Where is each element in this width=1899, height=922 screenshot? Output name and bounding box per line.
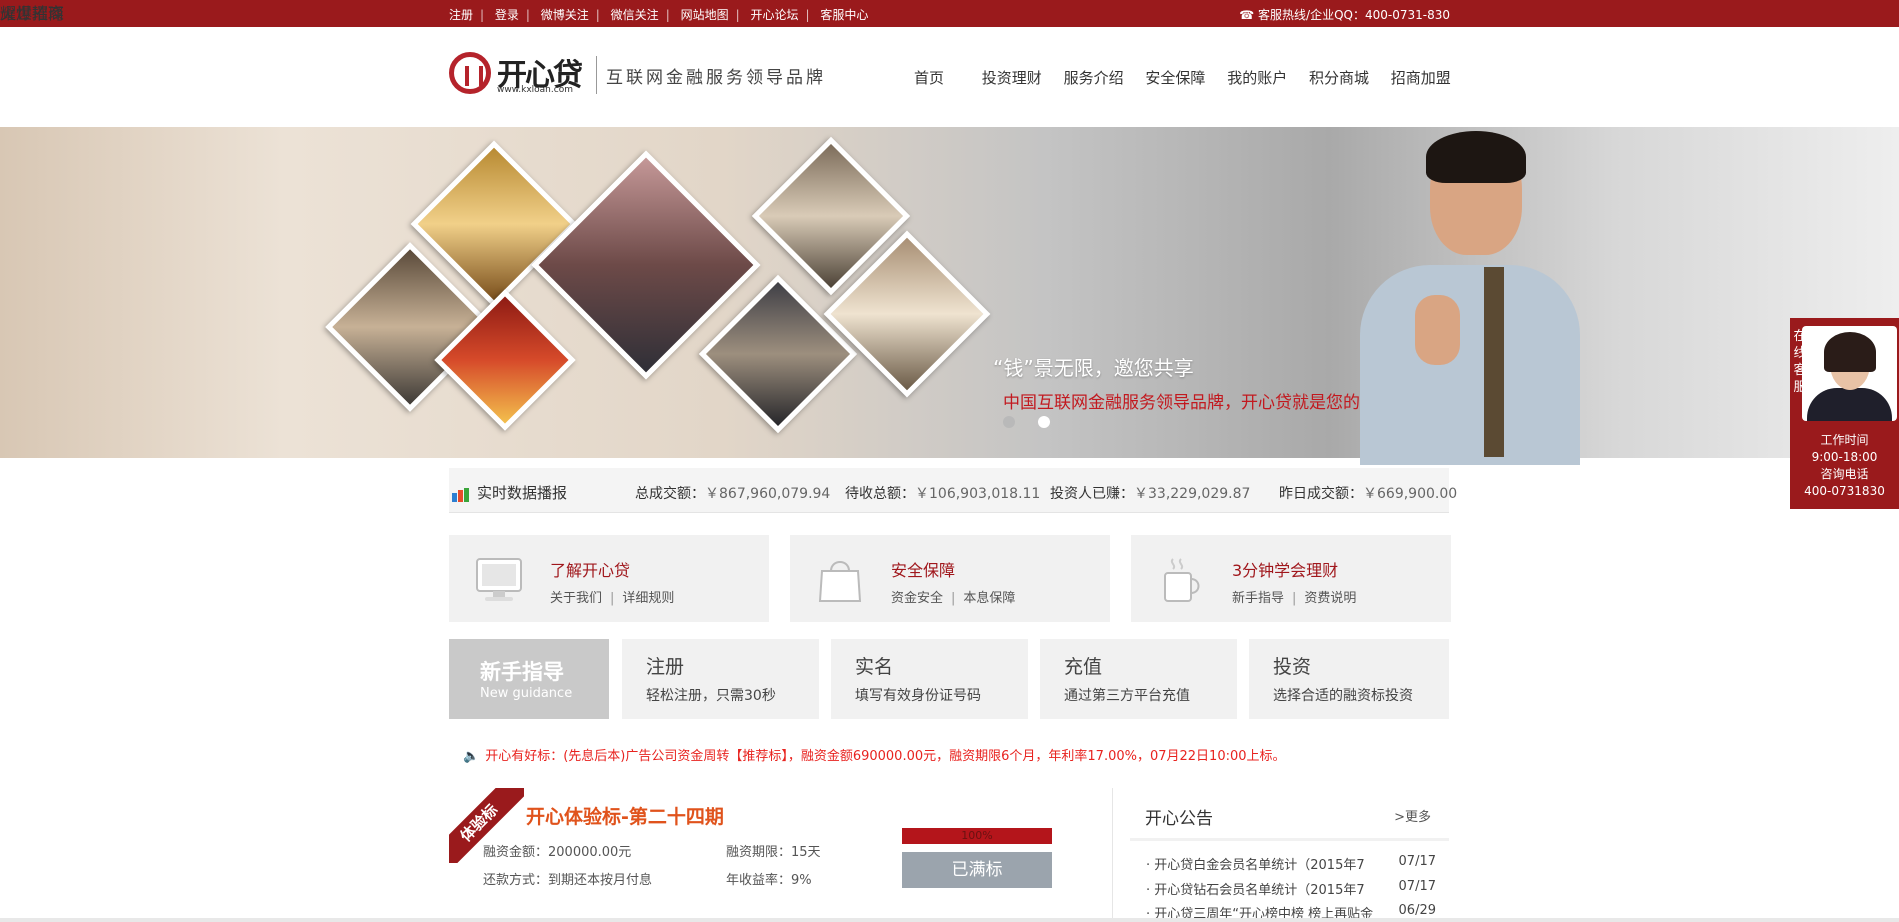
more-link[interactable]: >更多 xyxy=(1394,806,1431,825)
slogan: 互联网金融服务领导品牌 xyxy=(606,68,826,88)
step-desc: 选择合适的融资标投资 xyxy=(1273,688,1413,704)
step-invest[interactable]: 投资 选择合适的融资标投资 xyxy=(1249,639,1449,719)
speaker-icon: 🔈 xyxy=(463,749,480,764)
card-title[interactable]: 了解开心贷 xyxy=(550,557,630,581)
phone: 400-0731830 xyxy=(1804,484,1885,498)
banner-headline-2: 耀世璀璨 xyxy=(0,4,65,23)
loan-amount: 融资金额：200000.00元 xyxy=(483,845,632,860)
login-link[interactable]: 登录 xyxy=(495,6,519,23)
forum-link[interactable]: 开心论坛 xyxy=(750,6,798,23)
bottom-divider xyxy=(0,918,1899,922)
card-learn[interactable]: 3分钟学会理财 新手指导 | 资费说明 xyxy=(1131,535,1451,622)
top-links: 注册 | 登录 | 微博关注 | 微信关注 | 网站地图 | 开心论坛 | 客服中心 xyxy=(449,6,869,23)
card-title[interactable]: 3分钟学会理财 xyxy=(1232,557,1338,581)
beginner-guide-link[interactable]: 新手指导 xyxy=(1232,591,1284,606)
logo-url: www.kxloan.com xyxy=(497,85,573,95)
notice-text[interactable]: 开心有好标：(先息后本)广告公司资金周转【推荐标】，融资金额690000.00元… xyxy=(485,749,1285,764)
banner-dot-1[interactable] xyxy=(1003,416,1015,428)
step-title: 实名 xyxy=(855,656,894,678)
nav-invest[interactable]: 投资理财 xyxy=(982,67,1042,88)
total-volume: 总成交额：￥867,960,079.94 xyxy=(635,486,831,502)
nav-home[interactable]: 首页 xyxy=(914,67,944,88)
step-title: 充值 xyxy=(1064,656,1103,678)
hotline: ☎ 客服热线/企业QQ：400-0731-830 xyxy=(1239,6,1450,23)
step-title: 注册 xyxy=(646,656,685,678)
logo[interactable]: 开心贷 www.kxloan.com xyxy=(449,50,599,100)
about-us-link[interactable]: 关于我们 xyxy=(550,591,602,606)
step-register[interactable]: 注册 轻松注册，只需30秒 xyxy=(622,639,819,719)
full-button[interactable]: 已满标 xyxy=(902,852,1052,888)
fund-security-link[interactable]: 资金安全 xyxy=(891,591,943,606)
step-desc: 通过第三方平台充值 xyxy=(1064,688,1190,704)
realtime-title: 实时数据播报 xyxy=(477,484,568,502)
top-bar: 注册 | 登录 | 微博关注 | 微信关注 | 网站地图 | 开心论坛 | 客服中心 ☎ 客… xyxy=(0,0,1899,27)
main-nav: 首页 投资理财 服务介绍 安全保障 我的账户 积分商城 招商加盟 xyxy=(914,67,1468,88)
hotline-text: 客服热线/企业QQ：400-0731-830 xyxy=(1258,8,1450,22)
realtime-data-bar: 实时数据播报 总成交额：￥867,960,079.94 待收总额：￥106,90… xyxy=(449,468,1457,513)
banner-man-image xyxy=(1360,131,1580,465)
card-security[interactable]: 安全保障 资金安全 | 本息保障 xyxy=(790,535,1110,622)
loan-repay: 还款方式：到期还本按月付息 xyxy=(483,873,653,888)
step-desc: 轻松注册，只需30秒 xyxy=(646,688,776,704)
nav-points-mall[interactable]: 积分商城 xyxy=(1309,67,1369,88)
bar-chart-icon xyxy=(452,486,470,502)
phone-label: 咨询电话 xyxy=(1820,467,1869,481)
phone-icon: ☎ xyxy=(1239,8,1255,22)
investor-earnings: 投资人已赚：￥33,229,029.87 xyxy=(1050,486,1251,502)
guide-subtitle: New guidance xyxy=(480,686,573,701)
progress-text: 100% xyxy=(961,829,993,842)
cup-icon xyxy=(1164,558,1200,602)
service-agent-avatar[interactable] xyxy=(1802,326,1897,421)
wechat-link[interactable]: 微信关注 xyxy=(611,6,659,23)
loan-item: 体验标 开心体验标-第二十四期 融资金额：200000.00元 融资期限：15天… xyxy=(449,788,1113,922)
principal-guarantee-link[interactable]: 本息保障 xyxy=(963,591,1015,606)
pending-total: 待收总额：￥106,903,018.11 xyxy=(845,486,1041,502)
monitor-icon xyxy=(476,558,522,601)
announcements: 开心公告 >更多 · 开心贷白金会员名单统计（2015年7 07/17 · 开心贷… xyxy=(1130,790,1449,922)
register-link[interactable]: 注册 xyxy=(449,6,473,23)
loan-rate: 年收益率：9% xyxy=(726,873,812,888)
rules-link[interactable]: 详细规则 xyxy=(622,591,674,606)
banner-dot-2[interactable] xyxy=(1038,416,1050,428)
step-verify[interactable]: 实名 填写有效身份证号码 xyxy=(831,639,1028,719)
list-item[interactable]: · 开心贷白金会员名单统计（2015年7 07/17 xyxy=(1146,854,1436,873)
yesterday-volume: 昨日成交额：￥669,900.00 xyxy=(1279,486,1458,502)
step-title: 投资 xyxy=(1273,656,1312,678)
service-center-link[interactable]: 客服中心 xyxy=(820,6,868,23)
sitemap-link[interactable]: 网站地图 xyxy=(681,6,729,23)
progress-bar: 100% xyxy=(902,828,1052,844)
hours-label: 工作时间 xyxy=(1820,433,1869,447)
logo-divider xyxy=(596,56,597,94)
list-item[interactable]: · 开心贷钻石会员名单统计（2015年7 07/17 xyxy=(1146,879,1436,898)
logo-mark-icon xyxy=(449,52,491,94)
guide-title: 新手指导 xyxy=(480,660,564,684)
card-title[interactable]: 安全保障 xyxy=(891,557,955,581)
nav-account[interactable]: 我的账户 xyxy=(1227,67,1287,88)
bag-icon xyxy=(818,561,862,602)
beginner-guide-label: 新手指导 New guidance xyxy=(449,639,609,719)
step-recharge[interactable]: 充值 通过第三方平台充值 xyxy=(1040,639,1237,719)
online-service-widget[interactable]: 在线客服 工作时间 9:00-18:00 咨询电话 400-0731830 xyxy=(1790,318,1899,509)
loan-title[interactable]: 开心体验标-第二十四期 xyxy=(526,802,724,829)
hours: 9:00-18:00 xyxy=(1811,450,1878,464)
nav-security[interactable]: 安全保障 xyxy=(1145,67,1205,88)
fee-link[interactable]: 资费说明 xyxy=(1304,591,1356,606)
card-about[interactable]: 了解开心贷 关于我们 | 详细规则 xyxy=(449,535,769,622)
announcements-title: 开心公告 xyxy=(1145,809,1213,829)
nav-services[interactable]: 服务介绍 xyxy=(1064,67,1124,88)
step-desc: 填写有效身份证号码 xyxy=(855,688,981,704)
notice-ticker[interactable]: 🔈 开心有好标：(先息后本)广告公司资金周转【推荐标】，融资金额690000.00… xyxy=(463,745,1286,764)
nav-franchise[interactable]: 招商加盟 xyxy=(1391,67,1451,88)
loan-term: 融资期限：15天 xyxy=(726,845,821,860)
divider xyxy=(1130,838,1449,841)
banner-sub-1: “钱”景无限，邀您共享 xyxy=(993,356,1194,380)
weibo-link[interactable]: 微博关注 xyxy=(541,6,589,23)
